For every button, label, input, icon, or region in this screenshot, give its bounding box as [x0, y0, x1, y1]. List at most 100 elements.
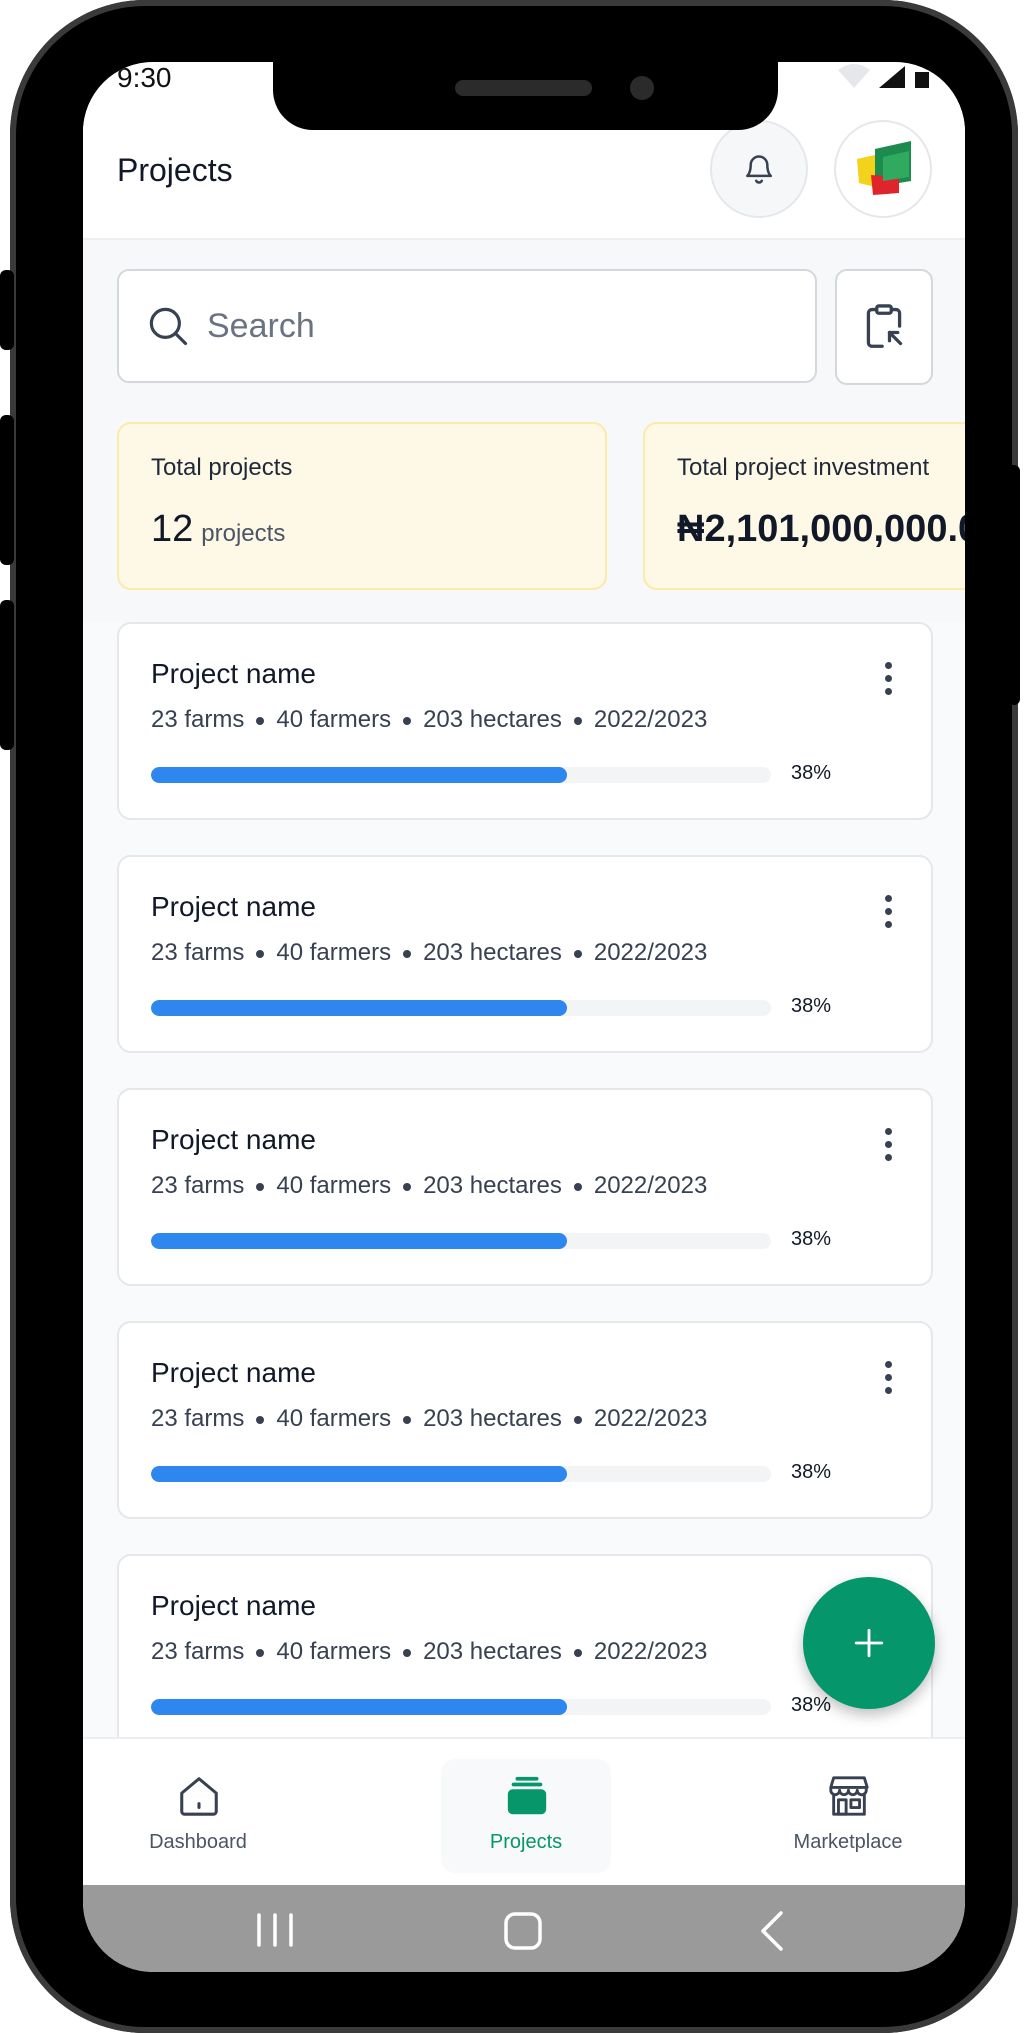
- project-card[interactable]: Project name 23 farms 40 farmers 203 hecta…: [117, 1088, 933, 1286]
- kebab-icon[interactable]: [885, 1361, 892, 1394]
- camera-notch: [273, 62, 778, 130]
- stat-card-total-investment: Total project investment ₦2,101,000,000.…: [643, 422, 965, 590]
- kebab-icon[interactable]: [885, 662, 892, 695]
- notification-button[interactable]: [710, 120, 808, 218]
- project-farmers: 40 farmers: [276, 1405, 392, 1432]
- project-name: Project name: [151, 1590, 316, 1621]
- speaker-grille: [455, 80, 592, 96]
- project-card[interactable]: Project name 23 farms 40 farmers 203 hecta…: [117, 622, 933, 820]
- home-icon: [180, 1777, 218, 1816]
- clipboard-icon: [866, 304, 903, 348]
- phone-frame: Projects 9:30 Search Total projects 12 p…: [0, 0, 1020, 2033]
- progress-fill: [151, 1466, 568, 1482]
- back-icon[interactable]: [755, 1909, 789, 1953]
- progress-fill: [151, 1000, 568, 1016]
- project-hectares: 203 hectares: [423, 706, 562, 733]
- progress-bar: [151, 1233, 771, 1249]
- project-season: 2022/2023: [593, 1638, 708, 1665]
- progress-label: 38%: [791, 995, 832, 1017]
- progress-bar: [151, 1000, 771, 1016]
- project-farms: 23 farms: [151, 1638, 245, 1665]
- search-input[interactable]: [205, 305, 769, 347]
- progress-label: 38%: [791, 1228, 832, 1250]
- kebab-icon[interactable]: [885, 895, 892, 928]
- system-nav-bar: [83, 1885, 965, 1972]
- status-icons: [837, 64, 931, 90]
- project-hectares: 203 hectares: [423, 1638, 562, 1665]
- project-meta: 23 farms 40 farmers 203 hectares 2022/2023: [151, 1172, 707, 1200]
- plus-icon: [854, 1628, 884, 1658]
- project-season: 2022/2023: [593, 1172, 708, 1199]
- project-season: 2022/2023: [593, 1405, 708, 1432]
- project-farms: 23 farms: [151, 1405, 245, 1432]
- stat-label: Total project investment: [677, 454, 930, 481]
- project-card[interactable]: Project name 23 farms 40 farmers 203 hecta…: [117, 855, 933, 1053]
- search-box[interactable]: [117, 269, 817, 383]
- search-icon: [149, 307, 188, 346]
- progress-fill: [151, 767, 568, 783]
- organization-logo: [857, 141, 911, 195]
- progress-bar: [151, 1466, 771, 1482]
- project-name: Project name: [151, 1124, 316, 1155]
- project-farms: 23 farms: [151, 939, 245, 966]
- front-camera: [630, 76, 654, 100]
- nav-projects[interactable]: Projects: [441, 1759, 611, 1873]
- add-project-button[interactable]: [803, 1577, 935, 1709]
- screen: Projects 9:30 Search Total projects 12 p…: [83, 62, 965, 1972]
- nav-marketplace[interactable]: Marketplace: [763, 1739, 933, 1887]
- stat-label: Total projects: [151, 454, 293, 481]
- project-farmers: 40 farmers: [276, 939, 392, 966]
- organization-logo-button[interactable]: [834, 120, 932, 218]
- project-meta: 23 farms 40 farmers 203 hectares 2022/2023: [151, 1638, 707, 1666]
- wifi-icon: [838, 64, 870, 88]
- project-meta: 23 farms 40 farmers 203 hectares 2022/2023: [151, 939, 707, 967]
- progress-label: 38%: [791, 762, 832, 784]
- side-button-top: [0, 270, 14, 350]
- power-button: [1006, 465, 1020, 705]
- home-button-icon[interactable]: [501, 1909, 545, 1953]
- stat-number: 12: [151, 508, 194, 550]
- progress-label: 38%: [791, 1461, 832, 1483]
- progress-bar: [151, 767, 771, 783]
- project-farmers: 40 farmers: [276, 706, 392, 733]
- nav-label: Projects: [489, 1831, 563, 1853]
- battery-icon: [915, 72, 929, 88]
- bell-icon: [745, 155, 773, 184]
- page-title: Projects: [117, 152, 233, 188]
- project-name: Project name: [151, 891, 316, 922]
- recent-apps-icon[interactable]: [253, 1909, 297, 1951]
- kebab-icon[interactable]: [885, 1128, 892, 1161]
- status-time: 9:30: [117, 62, 172, 93]
- store-icon: [829, 1776, 869, 1816]
- project-card[interactable]: Project name 23 farms 40 farmers 203 hecta…: [117, 1321, 933, 1519]
- nav-dashboard[interactable]: Dashboard: [113, 1739, 283, 1887]
- volume-down-button: [0, 600, 14, 750]
- nav-label: Dashboard: [149, 1831, 247, 1853]
- bottom-nav: Dashboard Projects Marketplace: [83, 1737, 965, 1887]
- export-button[interactable]: [835, 269, 933, 385]
- folders-icon: [507, 1776, 547, 1815]
- stat-value: ₦2,101,000,000.00: [677, 508, 965, 550]
- project-season: 2022/2023: [593, 939, 708, 966]
- project-meta: 23 farms 40 farmers 203 hectares 2022/2023: [151, 706, 707, 734]
- project-hectares: 203 hectares: [423, 939, 562, 966]
- project-farms: 23 farms: [151, 1172, 245, 1199]
- project-farmers: 40 farmers: [276, 1638, 392, 1665]
- project-hectares: 203 hectares: [423, 1172, 562, 1199]
- nav-label: Marketplace: [793, 1831, 903, 1853]
- progress-bar: [151, 1699, 771, 1715]
- progress-fill: [151, 1699, 568, 1715]
- project-hectares: 203 hectares: [423, 1405, 562, 1432]
- signal-icon: [879, 66, 905, 88]
- project-name: Project name: [151, 658, 316, 689]
- project-farmers: 40 farmers: [276, 1172, 392, 1199]
- stat-unit: projects: [201, 520, 286, 547]
- project-meta: 23 farms 40 farmers 203 hectares 2022/2023: [151, 1405, 707, 1433]
- volume-up-button: [0, 415, 14, 565]
- stat-value: 12 projects: [151, 508, 573, 551]
- project-farms: 23 farms: [151, 706, 245, 733]
- project-name: Project name: [151, 1357, 316, 1388]
- stat-card-total-projects: Total projects 12 projects: [117, 422, 607, 590]
- project-season: 2022/2023: [593, 706, 708, 733]
- progress-label: 38%: [791, 1694, 832, 1716]
